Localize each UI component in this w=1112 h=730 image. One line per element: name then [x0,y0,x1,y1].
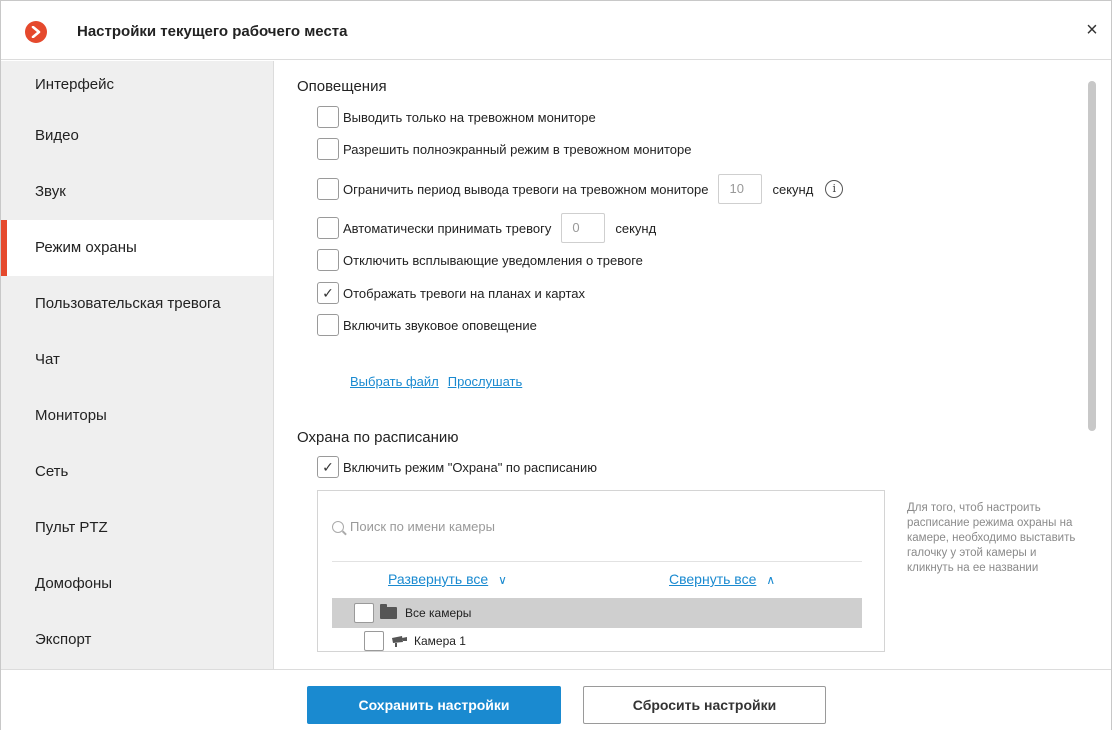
option-label: Разрешить полноэкранный режим в тревожно… [343,141,692,157]
option-schedule-security[interactable]: ✓ Включить режим "Охрана" по расписанию [317,455,597,479]
option-sound-notification[interactable]: Включить звуковое оповещение [317,313,537,337]
info-icon[interactable]: i [825,180,844,198]
select-file-link[interactable]: Выбрать файл [350,374,439,389]
sidebar-item-security-mode[interactable]: Режим охраны [1,220,273,276]
checkbox[interactable] [317,249,339,271]
option-limit-alarm-period[interactable]: Ограничить период вывода тревоги на трев… [317,174,844,204]
sidebar-item-user-alarm[interactable]: Пользовательская тревога [1,276,273,332]
sidebar-item-video[interactable]: Видео [1,108,273,164]
option-label: Автоматически принимать тревогу [343,220,552,236]
scrollbar[interactable] [1088,81,1096,431]
tree-item-label: Все камеры [405,606,472,620]
camera-tree-panel: Поиск по имени камеры Развернуть все ∨ Св… [317,490,885,652]
divider [332,561,862,562]
sidebar-item-ptz[interactable]: Пульт PTZ [1,500,273,556]
option-label: Включить звуковое оповещение [343,317,537,333]
save-button[interactable]: Сохранить настройки [307,686,561,724]
settings-content: Оповещения Выводить только на тревожном … [275,61,1111,669]
option-fullscreen-alarm-monitor[interactable]: Разрешить полноэкранный режим в тревожно… [317,137,691,161]
option-label: Выводить только на тревожном мониторе [343,109,596,125]
auto-accept-input[interactable]: 0 [561,213,606,243]
checkbox[interactable] [317,106,339,128]
sidebar-item-interface[interactable]: Интерфейс [1,61,273,108]
settings-window: Настройки текущего рабочего места × Инте… [0,0,1112,730]
chevron-down-icon: ∨ [498,573,507,587]
sidebar-item-chat[interactable]: Чат [1,332,273,388]
checkbox[interactable] [317,217,339,239]
checkbox-checked[interactable]: ✓ [317,456,339,478]
notifications-title: Оповещения [297,78,387,95]
alarm-period-input[interactable]: 10 [718,174,763,204]
option-show-alarms-on-maps[interactable]: ✓ Отображать тревоги на планах и картах [317,281,585,305]
reset-button[interactable]: Сбросить настройки [583,686,826,724]
dialog-footer: Сохранить настройки Сбросить настройки [1,669,1111,730]
camera-search-input[interactable]: Поиск по имени камеры [332,519,495,534]
settings-sidebar: Интерфейс Видео Звук Режим охраны Пользо… [1,61,274,669]
tree-item-all-cameras[interactable]: Все камеры [332,598,862,628]
seconds-label: секунд [772,181,814,197]
tree-item-camera[interactable]: Камера 1 [364,629,466,653]
window-title: Настройки текущего рабочего места [77,23,348,40]
sidebar-item-sound[interactable]: Звук [1,164,273,220]
option-auto-accept-alarm[interactable]: Автоматически принимать тревогу 0 секунд [317,213,657,243]
option-label: Отключить всплывающие уведомления о трев… [343,252,643,268]
camera-icon [392,636,407,647]
sound-file-links: Выбрать файл Прослушать [350,374,531,389]
search-placeholder: Поиск по имени камеры [350,519,495,534]
checkbox[interactable] [317,178,339,200]
sidebar-item-intercoms[interactable]: Домофоны [1,556,273,612]
close-button[interactable]: × [1081,19,1103,41]
expand-all-link[interactable]: Развернуть все ∨ [388,571,507,587]
sidebar-item-monitors[interactable]: Мониторы [1,388,273,444]
collapse-all-label: Свернуть все [669,571,757,587]
search-icon [332,520,344,533]
option-label: Ограничить период вывода тревоги на трев… [343,181,709,197]
app-logo-icon [25,21,47,43]
option-disable-popups[interactable]: Отключить всплывающие уведомления о трев… [317,248,643,272]
checkbox[interactable] [364,631,384,651]
checkbox-checked[interactable]: ✓ [317,282,339,304]
sidebar-item-export[interactable]: Экспорт [1,612,273,668]
option-label: Отображать тревоги на планах и картах [343,285,586,301]
chevron-up-icon: ∧ [766,573,776,587]
seconds-label: секунд [615,220,657,236]
title-bar: Настройки текущего рабочего места × [1,1,1111,60]
expand-all-label: Развернуть все [388,571,489,587]
tree-item-label: Камера 1 [414,634,466,648]
sidebar-item-network[interactable]: Сеть [1,444,273,500]
collapse-all-link[interactable]: Свернуть все ∧ [669,571,775,587]
option-alarm-monitor-only[interactable]: Выводить только на тревожном мониторе [317,105,596,129]
folder-icon [380,604,397,619]
checkbox[interactable] [317,314,339,336]
schedule-hint: Для того, чтоб настроить расписание режи… [907,502,1076,574]
checkbox[interactable] [354,603,374,623]
listen-link[interactable]: Прослушать [448,374,523,389]
schedule-title: Охрана по расписанию [297,429,459,446]
option-label: Включить режим "Охрана" по расписанию [343,459,597,475]
checkbox[interactable] [317,138,339,160]
